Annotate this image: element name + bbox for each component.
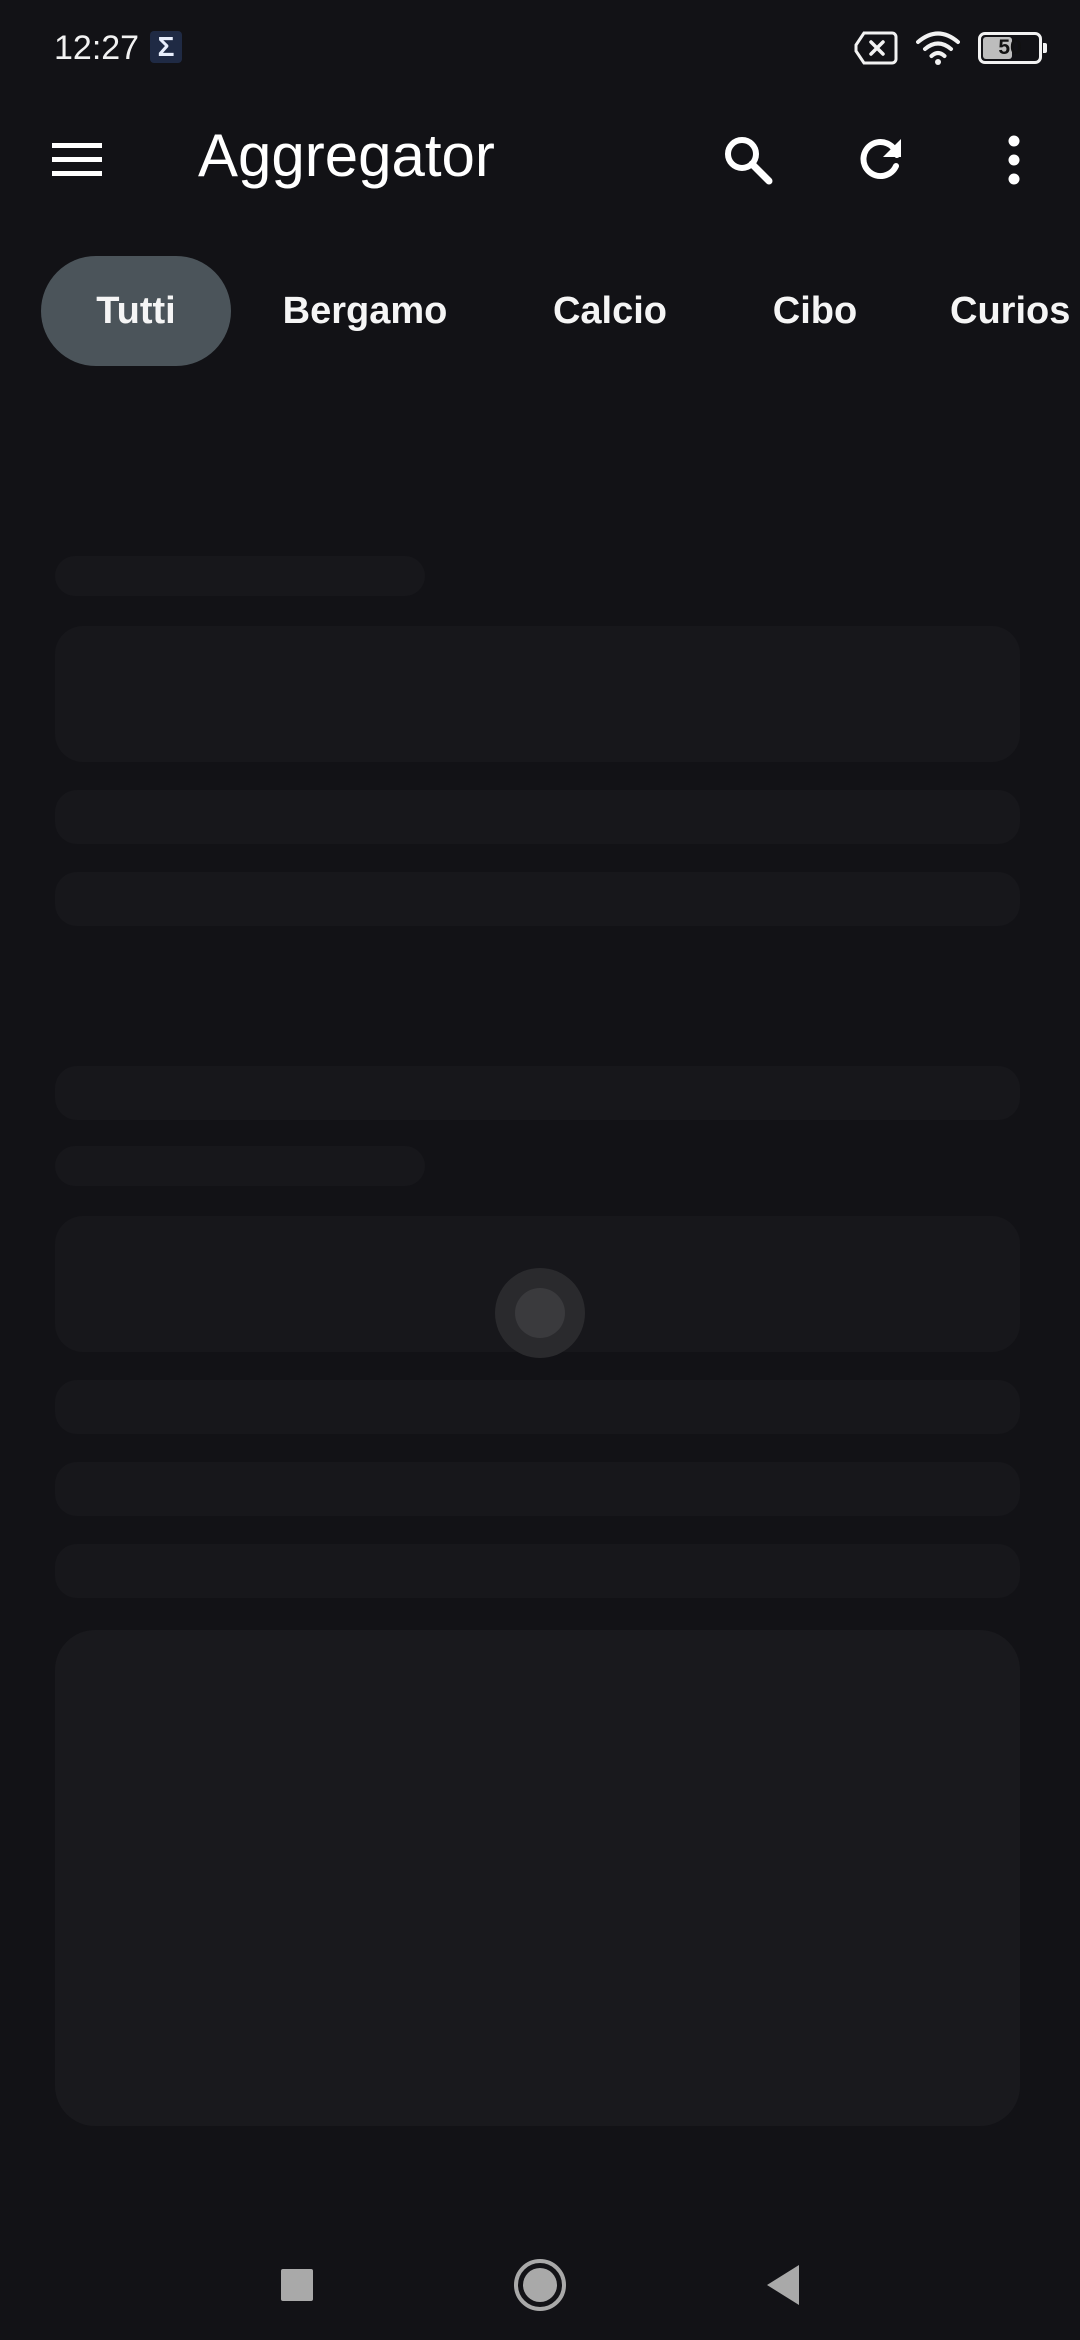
skeleton-line [55,1462,1020,1516]
status-time: 12:27 [54,29,140,67]
loading-spinner [495,1268,585,1358]
refresh-button[interactable] [842,120,922,200]
tab-bergamo[interactable]: Bergamo [270,256,460,366]
recents-square-icon [281,2269,313,2301]
refresh-icon [860,139,901,180]
battery-icon: 50 [978,32,1047,64]
skeleton-line [55,1380,1020,1434]
system-nav-bar [0,2220,1080,2340]
back-button[interactable] [748,2250,818,2320]
skeleton-line [55,790,1020,844]
skeleton-image-block [55,1630,1020,2126]
skeleton-block [55,626,1020,762]
search-button[interactable] [708,120,788,200]
app-bar: Aggregator [0,96,1080,216]
wifi-icon [916,31,960,65]
back-triangle-icon [767,2265,799,2305]
skeleton-line [55,1066,1020,1120]
home-button[interactable] [505,2250,575,2320]
status-icons: 50 [854,28,1047,68]
no-sim-icon [854,31,898,65]
tab-cibo[interactable]: Cibo [750,256,880,366]
recents-button[interactable] [262,2250,332,2320]
search-icon [725,137,773,185]
menu-icon [52,143,102,176]
more-vert-icon [1008,135,1020,185]
tab-tutti[interactable]: Tutti [41,256,231,366]
tab-calcio[interactable]: Calcio [530,256,690,366]
home-circle-icon [514,2259,566,2311]
sigma-app-icon: Σ [150,31,182,63]
skeleton-line [55,872,1020,926]
category-tabs: Tutti Bergamo Calcio Cibo Curios [0,256,1080,368]
app-title: Aggregator [198,122,495,189]
battery-level: 50 [998,36,1022,59]
status-bar: 12:27 Σ 50 [0,0,1080,96]
tab-curiosita[interactable]: Curios [950,256,1080,366]
more-options-button[interactable] [974,120,1054,200]
skeleton-line [55,1544,1020,1598]
menu-button[interactable] [40,122,114,196]
skeleton-line [55,1146,425,1186]
skeleton-line [55,556,425,596]
loading-spinner-dot [515,1288,565,1338]
